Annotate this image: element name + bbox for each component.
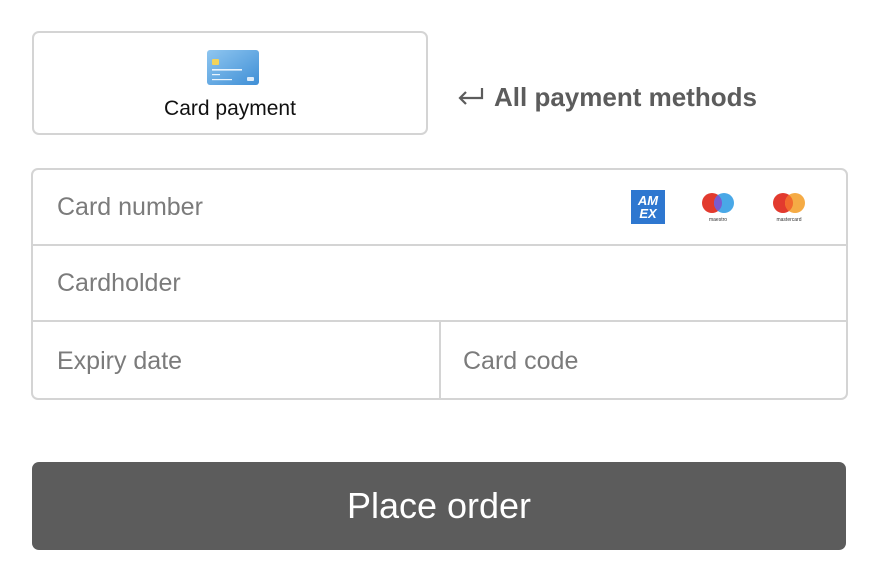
amex-icon: AM EX (631, 190, 665, 224)
place-order-button[interactable]: Place order (32, 462, 846, 550)
return-arrow-icon (458, 88, 484, 105)
svg-text:maestro: maestro (709, 217, 727, 223)
expiry-date-input[interactable] (33, 322, 439, 398)
cardholder-field-wrapper (33, 246, 846, 322)
card-number-field-wrapper: AM EX maestro mastercard (33, 170, 846, 246)
checkout-payment: Card payment All payment methods AM EX m… (0, 0, 878, 582)
card-details-form: AM EX maestro mastercard (31, 168, 848, 400)
expiry-date-field-wrapper (33, 322, 441, 398)
card-payment-label: Card payment (164, 97, 296, 120)
card-code-input[interactable] (441, 322, 846, 398)
svg-text:EX: EX (639, 206, 658, 221)
card-payment-option[interactable]: Card payment (32, 31, 428, 135)
mastercard-icon: mastercard (773, 193, 805, 223)
all-payment-methods-link[interactable]: All payment methods (456, 80, 757, 114)
svg-text:mastercard: mastercard (776, 217, 801, 223)
credit-card-icon (207, 50, 259, 85)
maestro-icon: maestro (702, 193, 734, 223)
all-payment-methods-label: All payment methods (494, 81, 757, 112)
cardholder-input[interactable] (33, 246, 846, 320)
card-code-field-wrapper (441, 322, 846, 398)
